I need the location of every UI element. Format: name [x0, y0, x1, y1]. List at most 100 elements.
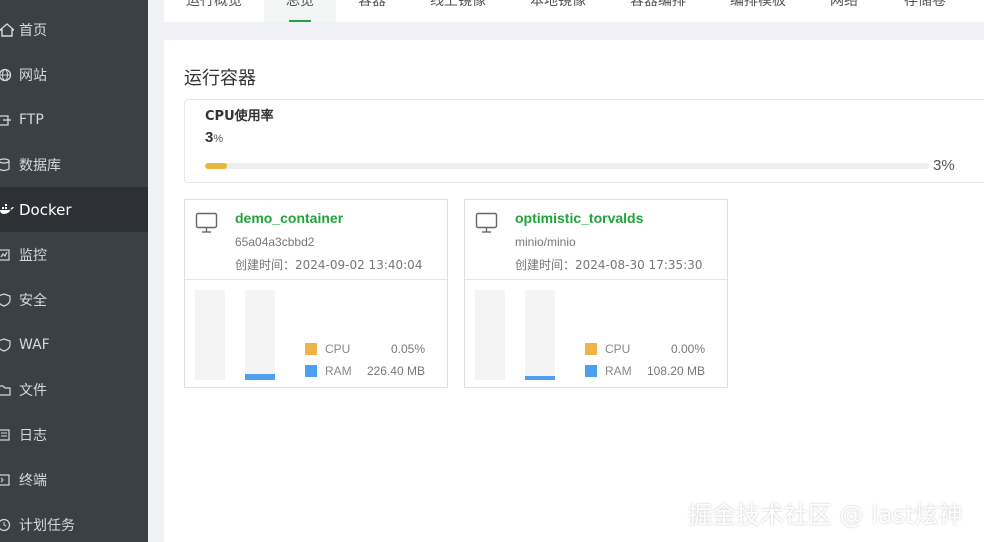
sidebar-item-label: 文件: [19, 382, 47, 399]
ram-legend: RAM 108.20 MB: [585, 364, 705, 380]
ram-legend-value: 108.20 MB: [646, 364, 705, 378]
database-icon: [0, 156, 18, 174]
tab-volumes[interactable]: 存储卷: [904, 0, 946, 22]
terminal-icon: [0, 471, 18, 489]
container-card[interactable]: demo_container 65a04a3cbbd2 创建时间：2024-09…: [184, 199, 448, 388]
tab-label: 本地镜像: [530, 0, 586, 9]
cpu-value-unit: %: [213, 133, 224, 145]
tab-label: 容器: [358, 0, 386, 9]
sidebar-item-docker[interactable]: Docker: [0, 187, 148, 232]
globe-icon: [0, 66, 18, 84]
ram-legend-swatch: [585, 365, 597, 377]
container-image: minio/minio: [515, 235, 576, 249]
container-created-time: 创建时间：2024-09-02 13:40:04: [235, 258, 423, 272]
sidebar: 首页 网站 FTP 数据库 Docker 监控 安全 WAF 文件 日志 终端: [0, 0, 148, 542]
monitor-chart-icon: [0, 246, 18, 264]
ram-legend-value: 226.40 MB: [366, 364, 425, 378]
tab-compose[interactable]: 容器编排: [630, 0, 686, 22]
sidebar-item-label: 终端: [19, 472, 47, 489]
tab-network[interactable]: 网络: [830, 0, 858, 22]
ram-usage-bar-fill: [245, 374, 275, 380]
docker-tabs: 运行概览 总览 容器 线上镜像 本地镜像 容器编排 编排模板 网络 存储卷: [164, 0, 984, 22]
tab-containers[interactable]: 容器: [358, 0, 386, 22]
cpu-percent-label: 3%: [933, 157, 955, 174]
sidebar-item-label: 网站: [19, 67, 47, 84]
sidebar-item-label: Docker: [19, 200, 72, 219]
container-created-time: 创建时间：2024-08-30 17:35:30: [515, 258, 703, 272]
ram-legend: RAM 226.40 MB: [305, 364, 425, 380]
ram-usage-bar: [525, 290, 555, 380]
cpu-legend: CPU 0.05%: [305, 342, 425, 358]
watermark: 掘金技术社区 @ last炫神: [688, 501, 963, 529]
sidebar-item-label: 首页: [19, 22, 47, 39]
container-card-header: demo_container 65a04a3cbbd2 创建时间：2024-09…: [185, 200, 447, 280]
tab-label: 编排模板: [730, 0, 786, 9]
tab-label: 总览: [286, 0, 314, 9]
sidebar-item-website[interactable]: 网站: [0, 52, 148, 97]
tab-overview-running[interactable]: 运行概览: [186, 0, 242, 22]
cpu-usage-title: CPU使用率: [205, 109, 274, 124]
container-card[interactable]: optimistic_torvalds minio/minio 创建时间：202…: [464, 199, 728, 388]
container-name[interactable]: demo_container: [235, 210, 343, 226]
sidebar-item-label: WAF: [19, 336, 50, 353]
sidebar-item-label: 计划任务: [19, 517, 75, 534]
ftp-icon: [0, 111, 18, 129]
sidebar-item-label: 数据库: [19, 157, 61, 174]
tab-overview[interactable]: 总览: [264, 0, 336, 22]
cpu-usage-value: 3%: [205, 129, 223, 146]
ram-usage-bar: [245, 290, 275, 380]
main-panel: 运行容器 CPU使用率 3% 3% demo_container 65a04a3…: [164, 40, 984, 542]
log-icon: [0, 426, 18, 444]
folder-icon: [0, 381, 18, 399]
sidebar-item-label: 日志: [19, 427, 47, 444]
ram-legend-swatch: [305, 365, 317, 377]
cpu-usage-box: CPU使用率 3% 3%: [184, 99, 984, 183]
sidebar-item-logs[interactable]: 日志: [0, 412, 148, 457]
waf-icon: [0, 336, 18, 354]
sidebar-item-terminal[interactable]: 终端: [0, 457, 148, 502]
sidebar-item-label: 监控: [19, 247, 47, 264]
sidebar-item-files[interactable]: 文件: [0, 367, 148, 412]
container-name[interactable]: optimistic_torvalds: [515, 210, 643, 226]
tab-label: 线上镜像: [430, 0, 486, 9]
tab-label: 网络: [830, 0, 858, 9]
container-card-header: optimistic_torvalds minio/minio 创建时间：202…: [465, 200, 727, 280]
monitor-icon: [195, 212, 218, 233]
cpu-legend-value: 0.05%: [390, 342, 425, 356]
ram-legend-label: RAM: [325, 364, 352, 378]
cpu-legend: CPU 0.00%: [585, 342, 705, 358]
sidebar-item-waf[interactable]: WAF: [0, 322, 148, 367]
tab-label: 运行概览: [186, 0, 242, 9]
docker-icon: [0, 201, 18, 219]
cpu-usage-bar: [475, 290, 505, 380]
sidebar-item-database[interactable]: 数据库: [0, 142, 148, 187]
cpu-legend-swatch: [585, 343, 597, 355]
cpu-legend-value: 0.00%: [670, 342, 705, 356]
tab-online-images[interactable]: 线上镜像: [430, 0, 486, 22]
tab-active-indicator: [289, 20, 311, 22]
tab-label: 容器编排: [630, 0, 686, 9]
tab-local-images[interactable]: 本地镜像: [530, 0, 586, 22]
cpu-legend-label: CPU: [605, 342, 631, 356]
monitor-icon: [475, 212, 498, 233]
cpu-progress-fill: [205, 163, 227, 169]
sidebar-item-security[interactable]: 安全: [0, 277, 148, 322]
clock-icon: [0, 516, 18, 534]
cpu-usage-bar: [195, 290, 225, 380]
cpu-legend-swatch: [305, 343, 317, 355]
tab-label: 存储卷: [904, 0, 946, 9]
sidebar-item-ftp[interactable]: FTP: [0, 97, 148, 142]
sidebar-item-label: FTP: [19, 111, 44, 128]
section-title: 运行容器: [184, 68, 256, 89]
container-image: 65a04a3cbbd2: [235, 235, 315, 249]
cpu-legend-label: CPU: [325, 342, 351, 356]
cpu-progress-track: [205, 163, 929, 169]
ram-legend-label: RAM: [605, 364, 632, 378]
sidebar-item-cron[interactable]: 计划任务: [0, 502, 148, 542]
tab-compose-templates[interactable]: 编排模板: [730, 0, 786, 22]
sidebar-item-label: 安全: [19, 292, 47, 309]
ram-usage-bar-fill: [525, 376, 555, 380]
home-icon: [0, 21, 18, 39]
sidebar-item-monitor[interactable]: 监控: [0, 232, 148, 277]
sidebar-item-home[interactable]: 首页: [0, 7, 148, 52]
